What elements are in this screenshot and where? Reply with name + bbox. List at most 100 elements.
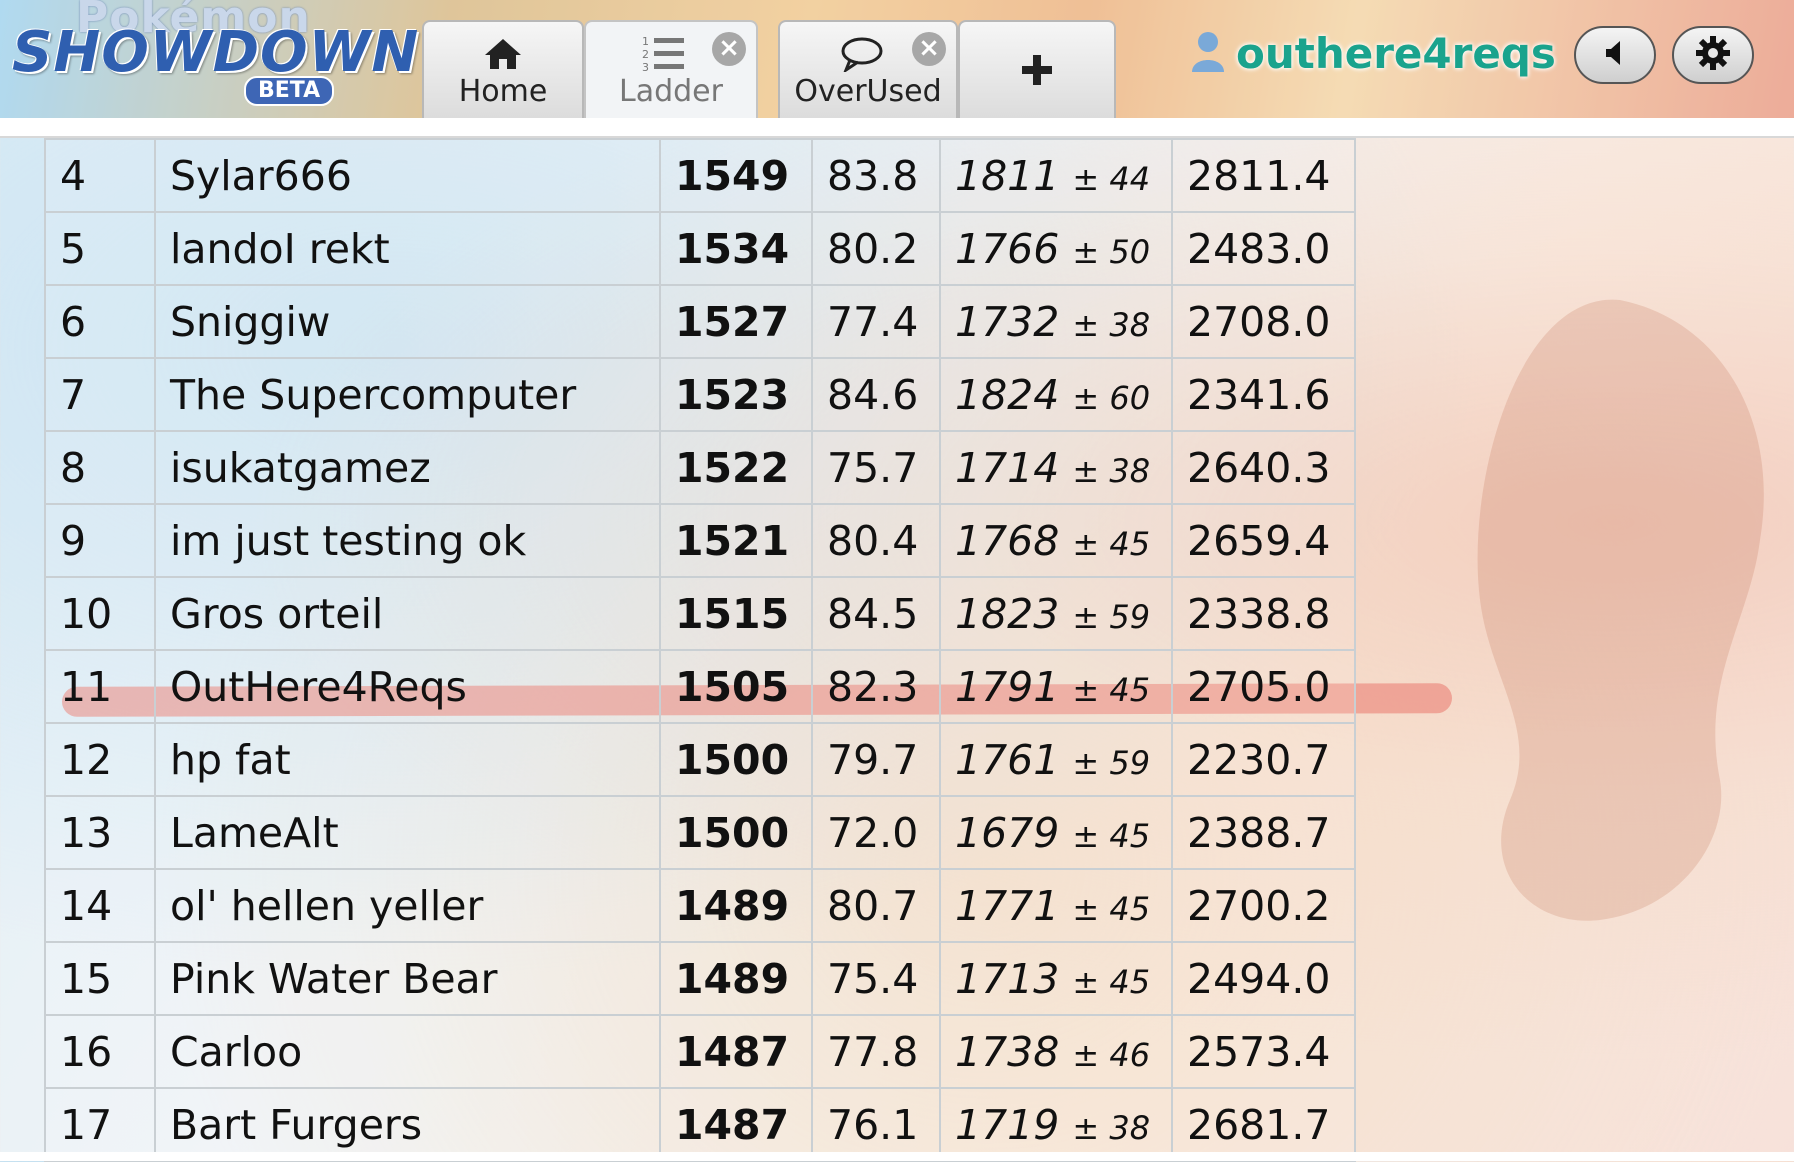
svg-text:3: 3: [642, 61, 649, 74]
player-name-cell[interactable]: hp fat: [154, 722, 661, 797]
table-row: 5 landoI rekt 1534 80.2 1766 ± 50 2483.0: [44, 211, 1356, 286]
speaker-icon: [1600, 38, 1630, 72]
player-name-cell[interactable]: Carloo: [154, 1014, 661, 1089]
gxe-cell: 75.7: [811, 430, 941, 505]
elo-cell: 1521: [659, 503, 813, 578]
glicko-value: 1768: [955, 516, 1060, 565]
glicko-cell: 1761 ± 59: [939, 722, 1173, 797]
coil-cell: 2640.3: [1171, 430, 1356, 505]
gxe-cell: 80.2: [811, 211, 941, 286]
glicko-deviation: ± 38: [1072, 305, 1151, 344]
coil-cell: 2230.7: [1171, 722, 1356, 797]
glicko-deviation: ± 59: [1072, 743, 1151, 782]
user-icon: [1190, 30, 1226, 76]
player-name-cell[interactable]: ol' hellen yeller: [154, 868, 661, 943]
rank-cell: 13: [44, 795, 156, 870]
rank-cell: 7: [44, 357, 156, 432]
user-menu[interactable]: outhere4reqs: [1190, 22, 1556, 84]
elo-cell: 1487: [659, 1014, 813, 1089]
player-name-cell[interactable]: LameAlt: [154, 795, 661, 870]
elo-cell: 1489: [659, 941, 813, 1016]
elo-cell: 1522: [659, 430, 813, 505]
rank-cell: 16: [44, 1014, 156, 1089]
ladder-table-body: 4 Sylar666 1549 83.8 1811 ± 44 2811.4 5 …: [44, 138, 1356, 1162]
glicko-deviation: ± 38: [1072, 1108, 1151, 1147]
tab-overused[interactable]: × OverUsed: [778, 20, 958, 118]
coil-cell: 2811.4: [1171, 138, 1356, 213]
gxe-cell: 77.8: [811, 1014, 941, 1089]
tab-home-label: Home: [458, 74, 548, 109]
glicko-deviation: ± 45: [1072, 816, 1151, 855]
settings-button[interactable]: [1672, 26, 1754, 84]
glicko-cell: 1824 ± 60: [939, 357, 1173, 432]
elo-cell: 1534: [659, 211, 813, 286]
coil-cell: 2388.7: [1171, 795, 1356, 870]
glicko-value: 1766: [955, 224, 1060, 273]
coil-cell: 2700.2: [1171, 868, 1356, 943]
glicko-deviation: ± 50: [1072, 232, 1151, 271]
username: outhere4reqs: [1236, 28, 1556, 78]
content-bottom-edge: [0, 1152, 1794, 1161]
glicko-cell: 1768 ± 45: [939, 503, 1173, 578]
glicko-value: 1771: [955, 881, 1060, 930]
table-row: 8 isukatgamez 1522 75.7 1714 ± 38 2640.3: [44, 430, 1356, 505]
sound-button[interactable]: [1574, 26, 1656, 84]
rank-cell: 9: [44, 503, 156, 578]
coil-cell: 2573.4: [1171, 1014, 1356, 1089]
coil-cell: 2494.0: [1171, 941, 1356, 1016]
tab-overused-close-button[interactable]: ×: [912, 32, 946, 66]
player-name-cell[interactable]: isukatgamez: [154, 430, 661, 505]
rank-cell: 8: [44, 430, 156, 505]
content-top-edge: [0, 118, 1794, 138]
glicko-deviation: ± 46: [1072, 1035, 1151, 1074]
coil-cell: 2708.0: [1171, 284, 1356, 359]
glicko-cell: 1714 ± 38: [939, 430, 1173, 505]
gxe-cell: 76.1: [811, 1087, 941, 1162]
gxe-cell: 80.4: [811, 503, 941, 578]
rank-cell: 12: [44, 722, 156, 797]
table-row: 13 LameAlt 1500 72.0 1679 ± 45 2388.7: [44, 795, 1356, 870]
coil-cell: 2705.0: [1171, 649, 1356, 724]
glicko-cell: 1732 ± 38: [939, 284, 1173, 359]
player-name-cell[interactable]: The Supercomputer: [154, 357, 661, 432]
glicko-value: 1761: [955, 735, 1060, 784]
gxe-cell: 83.8: [811, 138, 941, 213]
coil-cell: 2681.7: [1171, 1087, 1356, 1162]
coil-cell: 2341.6: [1171, 357, 1356, 432]
player-name-cell[interactable]: im just testing ok: [154, 503, 661, 578]
tab-ladder-label: Ladder: [619, 74, 723, 109]
player-name-cell[interactable]: Sniggiw: [154, 284, 661, 359]
tab-ladder[interactable]: 1 2 3 × Ladder: [584, 20, 758, 118]
glicko-value: 1714: [955, 443, 1060, 492]
coil-cell: 2338.8: [1171, 576, 1356, 651]
tab-home[interactable]: Home: [422, 20, 584, 118]
glicko-value: 1732: [955, 297, 1060, 346]
player-name-cell[interactable]: Sylar666: [154, 138, 661, 213]
table-row: 15 Pink Water Bear 1489 75.4 1713 ± 45 2…: [44, 941, 1356, 1016]
player-name-cell[interactable]: Bart Furgers: [154, 1087, 661, 1162]
glicko-cell: 1823 ± 59: [939, 576, 1173, 651]
glicko-value: 1679: [955, 808, 1060, 857]
glicko-value: 1713: [955, 954, 1060, 1003]
elo-cell: 1487: [659, 1087, 813, 1162]
logo-beta-badge: BETA: [244, 76, 335, 106]
table-row: 9 im just testing ok 1521 80.4 1768 ± 45…: [44, 503, 1356, 578]
glicko-value: 1738: [955, 1027, 1060, 1076]
svg-text:2: 2: [642, 48, 649, 61]
elo-cell: 1505: [659, 649, 813, 724]
glicko-deviation: ± 45: [1072, 670, 1151, 709]
new-tab-button[interactable]: [958, 20, 1116, 118]
table-row: 4 Sylar666 1549 83.8 1811 ± 44 2811.4: [44, 138, 1356, 213]
player-name-cell[interactable]: Pink Water Bear: [154, 941, 661, 1016]
glicko-cell: 1811 ± 44: [939, 138, 1173, 213]
player-name-cell[interactable]: Gros orteil: [154, 576, 661, 651]
player-name-cell[interactable]: landoI rekt: [154, 211, 661, 286]
rank-cell: 5: [44, 211, 156, 286]
tab-ladder-close-button[interactable]: ×: [712, 32, 746, 66]
home-icon: [424, 34, 582, 74]
elo-cell: 1500: [659, 722, 813, 797]
showdown-logo[interactable]: Pokémon SHOWDOWN BETA: [6, 0, 418, 118]
player-name-cell[interactable]: OutHere4Reqs: [154, 649, 661, 724]
table-row: 17 Bart Furgers 1487 76.1 1719 ± 38 2681…: [44, 1087, 1356, 1162]
gxe-cell: 72.0: [811, 795, 941, 870]
